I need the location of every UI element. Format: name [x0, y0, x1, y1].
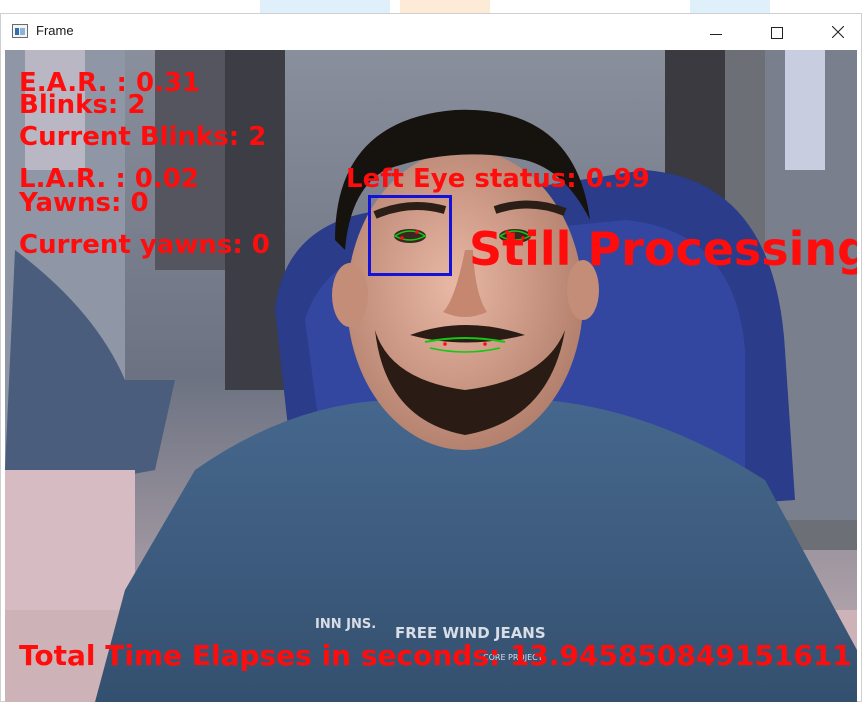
- face-detection-box: [368, 195, 452, 276]
- frame-window: Frame INN JNS. FREE WIND JEANS CORE PROJ…: [0, 13, 862, 702]
- shirt-print-1: INN JNS.: [315, 617, 376, 632]
- current-yawns-count: Current yawns: 0: [19, 230, 270, 260]
- app-icon: [12, 24, 28, 38]
- left-eye-status: Left Eye status: 0.99: [346, 164, 650, 194]
- minimize-icon: [710, 34, 722, 35]
- minimize-button[interactable]: [693, 14, 739, 50]
- blinks-count: Blinks: 2: [19, 90, 146, 120]
- maximize-icon: [771, 27, 783, 39]
- yawns-count: Yawns: 0: [19, 188, 149, 218]
- webcam-frame: INN JNS. FREE WIND JEANS CORE PROJECT E.…: [5, 50, 857, 702]
- elapsed-time: Total Time Elapses in seconds: 13.945850…: [19, 639, 852, 672]
- maximize-button[interactable]: [754, 14, 800, 50]
- current-blinks-count: Current Blinks: 2: [19, 122, 267, 152]
- window-title: Frame: [36, 23, 74, 38]
- close-icon: [832, 26, 844, 38]
- title-bar[interactable]: Frame: [1, 14, 861, 50]
- background-page-strip: [0, 0, 862, 13]
- processing-status: Still Processing: [469, 222, 857, 276]
- close-button[interactable]: [815, 14, 861, 50]
